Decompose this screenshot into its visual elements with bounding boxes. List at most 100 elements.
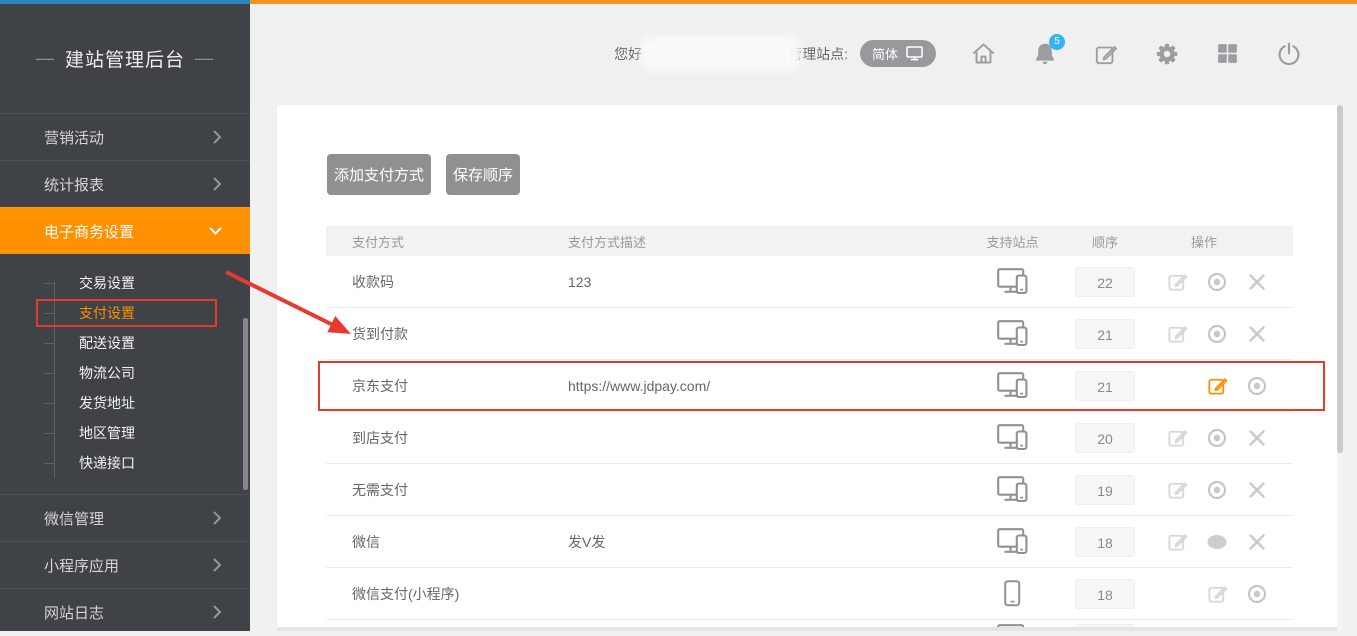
view-action-icon[interactable]: [1237, 579, 1277, 609]
payment-method-name: 货到付款: [326, 324, 540, 344]
delete-action-icon[interactable]: [1237, 423, 1277, 453]
actions-cell: [1145, 423, 1293, 453]
sidebar-subitem-label: 物流公司: [79, 365, 135, 381]
edit-action-icon[interactable]: [1197, 371, 1237, 401]
hidden-action-icon[interactable]: [1197, 527, 1237, 557]
topbar: 您好 管理站点: 简体 5: [250, 0, 1357, 103]
table-row: 京东支付 https://www.jdpay.com/ 21: [326, 360, 1293, 412]
chevron-right-icon: [213, 130, 222, 144]
notifications-icon[interactable]: 5: [1031, 40, 1058, 67]
delete-action-icon[interactable]: [1237, 527, 1277, 557]
supported-sites-cell: [960, 476, 1065, 503]
supported-sites-cell: [960, 320, 1065, 347]
desktop-mobile-icon: [997, 476, 1028, 503]
greeting-suffix: 管理站点:: [788, 44, 848, 64]
edit-action-icon[interactable]: [1157, 475, 1197, 505]
payment-method-description: 123: [540, 274, 960, 290]
sidebar-item-label: 电子商务设置: [44, 221, 134, 242]
delete-action-icon[interactable]: [1237, 319, 1277, 349]
sidebar-subitem-label: 配送设置: [79, 335, 135, 351]
sidebar-item-label: 营销活动: [44, 127, 104, 148]
table-row: 到店支付 20: [326, 412, 1293, 464]
supported-sites-cell: [960, 268, 1065, 295]
view-action-icon[interactable]: [1197, 319, 1237, 349]
redacted-username: [646, 42, 796, 66]
header-sites: 支持站点: [960, 232, 1065, 251]
view-action-icon[interactable]: [1237, 371, 1277, 401]
power-logout-icon[interactable]: [1275, 40, 1302, 67]
sidebar-subitem-label: 快递接口: [79, 455, 135, 471]
actions-cell: [1145, 579, 1293, 609]
header-order: 顺序: [1065, 232, 1145, 251]
payment-method-description: 发V发: [540, 532, 960, 552]
sidebar-scrollbar[interactable]: [243, 318, 248, 490]
edit-action-icon[interactable]: [1197, 579, 1237, 609]
settings-gear-icon[interactable]: [1153, 40, 1180, 67]
sidebar-subitem[interactable]: 发货地址: [0, 388, 250, 418]
sidebar-item-ecommerce-settings[interactable]: 电子商务设置: [0, 207, 250, 254]
edit-icon[interactable]: [1092, 40, 1119, 67]
payment-method-name: 微信支付(小程序): [326, 584, 540, 604]
sidebar-menu-top: 营销活动 统计报表: [0, 113, 250, 207]
greeting-area: 您好 管理站点: 简体: [614, 40, 936, 67]
sidebar-subitem[interactable]: 配送设置: [0, 328, 250, 358]
order-input[interactable]: 22: [1075, 267, 1135, 297]
desktop-mobile-icon: [997, 372, 1028, 399]
sidebar-subitem[interactable]: 地区管理: [0, 418, 250, 448]
home-icon[interactable]: [970, 40, 997, 67]
header-method: 支付方式: [326, 232, 540, 251]
sidebar-item[interactable]: 网站日志: [0, 588, 250, 636]
language-pill-label: 简体: [872, 44, 898, 63]
apps-grid-icon[interactable]: [1214, 40, 1241, 67]
sidebar-item-label: 微信管理: [44, 508, 104, 529]
page-scrollbar[interactable]: [1337, 105, 1343, 631]
mobile-icon: [1004, 580, 1021, 607]
view-action-icon[interactable]: [1197, 423, 1237, 453]
desktop-mobile-icon: [997, 320, 1028, 347]
page-scrollbar-thumb[interactable]: [1337, 105, 1343, 453]
table-row: 微信 发V发 18: [326, 516, 1293, 568]
sidebar-item[interactable]: 小程序应用: [0, 541, 250, 588]
order-input[interactable]: 18: [1075, 527, 1135, 557]
sidebar-item[interactable]: 统计报表: [0, 160, 250, 207]
header-actions: 操作: [1145, 232, 1293, 251]
table-body: 收款码 123 22 货到付款: [326, 256, 1293, 620]
sidebar-item-label: 统计报表: [44, 174, 104, 195]
title-dash: —: [36, 48, 55, 69]
sidebar-subitem[interactable]: 支付设置: [0, 298, 250, 328]
edit-action-icon[interactable]: [1157, 423, 1197, 453]
actions-cell: [1145, 527, 1293, 557]
order-input[interactable]: 21: [1075, 371, 1135, 401]
payment-method-name: 无需支付: [326, 480, 540, 500]
sidebar-subitem[interactable]: 交易设置: [0, 268, 250, 298]
sidebar-item-label: 网站日志: [44, 602, 104, 623]
order-input[interactable]: 20: [1075, 423, 1135, 453]
edit-action-icon[interactable]: [1157, 527, 1197, 557]
delete-action-icon[interactable]: [1237, 267, 1277, 297]
edit-action-icon[interactable]: [1157, 267, 1197, 297]
sidebar-menu-bottom: 微信管理 小程序应用 网站日志: [0, 494, 250, 636]
language-pill[interactable]: 简体: [860, 40, 936, 67]
sidebar-item[interactable]: 营销活动: [0, 113, 250, 160]
edit-action-icon[interactable]: [1157, 319, 1197, 349]
actions-cell: [1145, 371, 1293, 401]
table-header: 支付方式 支付方式描述 支持站点 顺序 操作: [326, 226, 1293, 256]
view-action-icon[interactable]: [1197, 267, 1237, 297]
table-row: 货到付款 21: [326, 308, 1293, 360]
order-input[interactable]: 21: [1075, 319, 1135, 349]
sidebar-nav: 营销活动 统计报表 电子商务设置 交易设置 支付设置 配送设置 物流公司 发货地…: [0, 113, 250, 636]
toolbar: 添加支付方式 保存顺序: [327, 154, 520, 195]
view-action-icon[interactable]: [1197, 475, 1237, 505]
header-description: 支付方式描述: [540, 232, 960, 251]
save-order-button[interactable]: 保存顺序: [446, 154, 520, 195]
add-payment-button[interactable]: 添加支付方式: [327, 154, 431, 195]
sidebar-item[interactable]: 微信管理: [0, 494, 250, 541]
desktop-mobile-icon: [997, 528, 1028, 555]
order-input[interactable]: 19: [1075, 475, 1135, 505]
content-card: 添加支付方式 保存顺序 支付方式 支付方式描述 支持站点 顺序 操作 收款码 1…: [277, 105, 1337, 631]
sidebar-subitem[interactable]: 快递接口: [0, 448, 250, 478]
sidebar-subitem[interactable]: 物流公司: [0, 358, 250, 388]
greeting-prefix: 您好: [614, 44, 642, 64]
order-input[interactable]: 18: [1075, 579, 1135, 609]
delete-action-icon[interactable]: [1237, 475, 1277, 505]
